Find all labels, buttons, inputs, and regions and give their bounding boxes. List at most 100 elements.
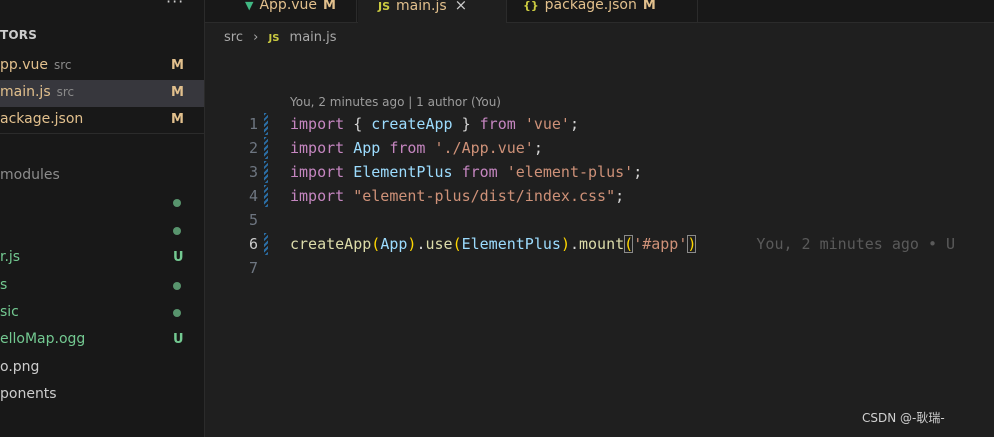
git-modified-gutter-marker[interactable] (264, 233, 268, 255)
more-actions-icon[interactable]: ··· (166, 0, 184, 11)
code-token: import (290, 139, 345, 157)
tab-main-js[interactable]: JS main.js × (358, 0, 507, 23)
section-divider (0, 133, 204, 134)
inline-blame: You, 2 minutes ago • U (756, 235, 956, 253)
codelens-blame[interactable]: You, 2 minutes ago | 1 author (You) (290, 95, 501, 109)
line-number: 4 (248, 187, 258, 205)
code-token: createApp (290, 235, 372, 253)
code-token: ) (560, 235, 570, 253)
explorer-sidebar: ··· TORS pp.vue src Mmain.js src Mackage.jso… (0, 0, 205, 437)
git-modified-gutter-marker[interactable] (264, 185, 268, 207)
code-token: from (461, 163, 498, 181)
modified-badge: M (642, 0, 656, 13)
open-editor-item[interactable]: main.js src M (0, 80, 204, 107)
tree-item[interactable] (0, 217, 204, 244)
tree-item-label: s (0, 276, 8, 293)
open-editor-name: pp.vue src (0, 53, 72, 78)
modified-badge: M (171, 85, 184, 100)
line-number: 5 (248, 211, 258, 229)
git-status-dot-icon (173, 281, 181, 290)
breadcrumb-file[interactable]: main.js (290, 30, 337, 45)
code-token: ; (633, 163, 643, 181)
code-token: ( (371, 235, 381, 253)
code-token: use (425, 235, 453, 253)
git-modified-gutter-marker[interactable] (264, 113, 268, 135)
vue-icon: ▼ (245, 0, 254, 12)
code-text: import App from './App.vue'; (290, 136, 543, 160)
open-editor-item[interactable]: ackage.json M (0, 107, 204, 134)
open-editor-item[interactable]: pp.vue src M (0, 53, 204, 80)
code-token: mount (579, 235, 625, 253)
tab-label: package.json (544, 0, 637, 13)
git-modified-gutter-marker[interactable] (264, 137, 268, 159)
tree-item[interactable]: modules (0, 162, 204, 189)
tree-item-label: sic (0, 303, 19, 320)
code-token: from (389, 139, 426, 157)
open-editors-header[interactable]: TORS (0, 28, 37, 46)
code-text: import ElementPlus from 'element-plus'; (290, 160, 642, 184)
code-token: import (290, 187, 345, 205)
open-editor-dir: src (54, 58, 72, 72)
tree-item[interactable] (0, 189, 204, 216)
tab-package-json[interactable]: {} package.json M (508, 0, 698, 22)
code-text: import "element-plus/dist/index.css"; (290, 184, 624, 208)
breadcrumb: src › JS main.js (224, 28, 337, 48)
code-token: ; (533, 139, 543, 157)
close-icon[interactable]: × (455, 0, 468, 14)
modified-badge: M (323, 0, 336, 13)
tree-item-label: elloMap.ogg (0, 331, 86, 348)
code-token: './App.vue' (434, 139, 534, 157)
untracked-badge: U (173, 332, 184, 348)
tree-item[interactable]: elloMap.ogg U (0, 326, 204, 353)
code-token: ( (452, 235, 462, 253)
js-file-icon: JS (268, 33, 280, 44)
watermark: CSDN @-耿瑞- (862, 411, 945, 425)
code-token: } (452, 115, 480, 133)
code-token: ) (687, 235, 697, 253)
modified-badge: M (171, 112, 184, 127)
tree-item-label: o.png (0, 358, 40, 375)
json-icon: {} (523, 0, 539, 12)
git-modified-gutter-marker[interactable] (264, 161, 268, 183)
code-token: ElementPlus (461, 235, 561, 253)
open-editor-name: ackage.json (0, 107, 83, 132)
code-text: createApp(App).use(ElementPlus).mount('#… (290, 232, 955, 256)
tree-item[interactable]: ponents (0, 381, 204, 408)
code-token: 'element-plus' (506, 163, 634, 181)
open-editor-label: ackage.json (0, 111, 84, 127)
line-number: 7 (248, 259, 258, 277)
tree-item[interactable]: s (0, 272, 204, 299)
tree-item-label: modules (0, 167, 60, 183)
tree-item[interactable]: r.js U (0, 244, 204, 271)
breadcrumb-folder[interactable]: src (224, 30, 243, 45)
code-token: ; (615, 187, 625, 205)
untracked-badge: U (173, 250, 184, 266)
line-number: 1 (248, 115, 258, 133)
code-token: ; (569, 115, 579, 133)
tab-label: main.js (396, 0, 447, 14)
tree-item[interactable]: sic (0, 299, 204, 326)
git-status-dot-icon (173, 308, 181, 317)
code-token: import (290, 115, 345, 133)
file-tree: modules r.js Us sic elloMap.ogg Uo.png ponents (0, 162, 204, 409)
open-editor-name: main.js src (0, 80, 74, 105)
code-text: import { createApp } from 'vue'; (290, 112, 579, 136)
js-icon: JS (378, 0, 391, 13)
line-number: 3 (248, 163, 258, 181)
code-token: from (479, 115, 516, 133)
open-editor-label: pp.vue (0, 57, 48, 73)
code-token: import (290, 163, 345, 181)
tree-item[interactable]: o.png (0, 354, 204, 381)
code-token: ( (624, 235, 634, 253)
editor-tab-bar: ▼ App.vue M JS main.js × {} package.json M (205, 0, 994, 23)
line-number: 2 (248, 139, 258, 157)
git-status-dot-icon (173, 199, 181, 208)
line-number: 6 (248, 235, 258, 253)
modified-badge: M (171, 58, 184, 73)
tree-item-label: r.js (0, 249, 21, 266)
tab-app-vue[interactable]: ▼ App.vue M (205, 0, 357, 22)
tree-item-label: ponents (0, 386, 57, 403)
